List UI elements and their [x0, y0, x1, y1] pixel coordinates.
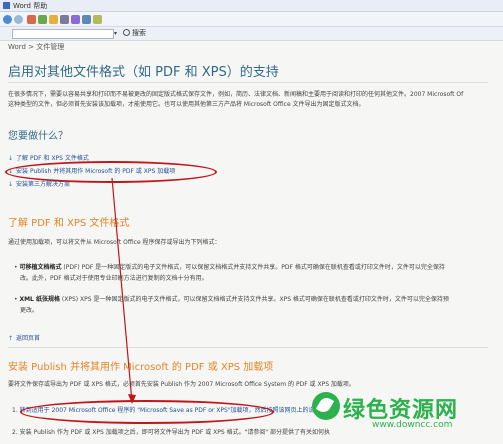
annotation-arrow: [111, 177, 136, 404]
annotation-arrowhead: [128, 394, 136, 404]
annotation-line: [111, 177, 133, 403]
watermark-logo-icon: [312, 392, 340, 420]
watermark-url: www.downcc.com: [372, 420, 453, 430]
